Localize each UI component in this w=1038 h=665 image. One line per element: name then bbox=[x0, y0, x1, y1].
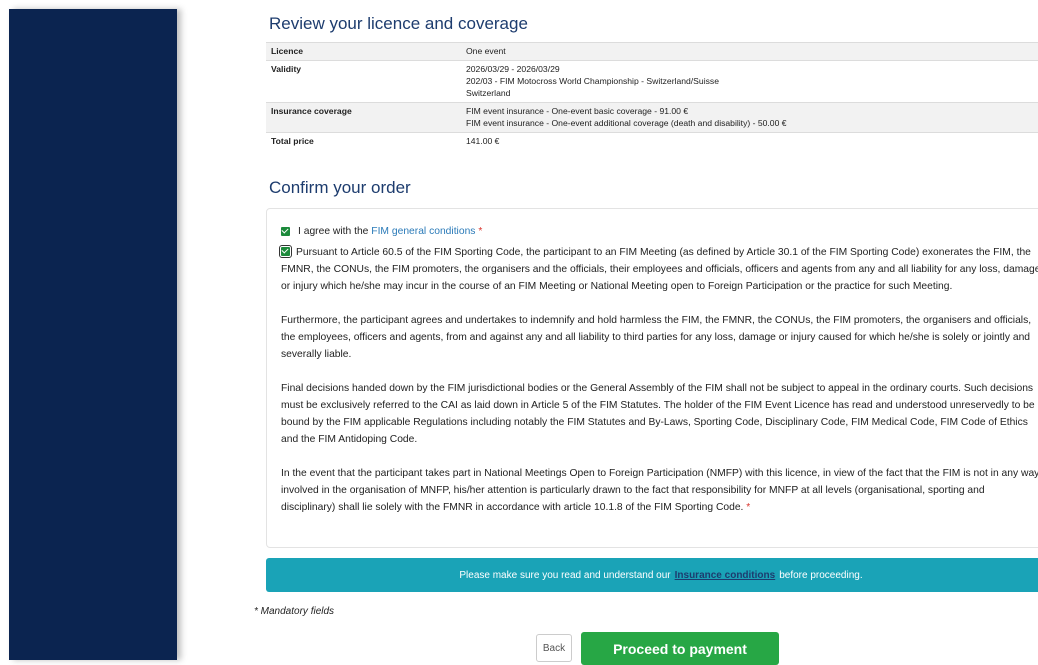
insurance-conditions-link[interactable]: Insurance conditions bbox=[675, 570, 776, 581]
back-button[interactable]: Back bbox=[536, 634, 572, 662]
row-value-line: FIM event insurance - One-event addition… bbox=[466, 118, 787, 128]
agree-label: I agree with the bbox=[298, 226, 369, 237]
sidebar bbox=[9, 9, 177, 660]
table-row: Licence One event bbox=[266, 42, 1038, 61]
agree-row: I agree with the FIM general conditions … bbox=[281, 223, 1038, 240]
insurance-banner: Please make sure you read and understand… bbox=[266, 558, 1038, 592]
row-label: Insurance coverage bbox=[266, 102, 461, 133]
row-value: One event bbox=[461, 42, 1038, 61]
terms-card: I agree with the FIM general conditions … bbox=[266, 208, 1038, 548]
row-label: Total price bbox=[266, 132, 461, 150]
terms-text: Pursuant to Article 60.5 of the FIM Spor… bbox=[281, 247, 1038, 292]
required-mark: * bbox=[746, 502, 751, 513]
general-conditions-link[interactable]: FIM general conditions bbox=[371, 223, 475, 240]
row-value-line: 202/03 - FIM Motocross World Championshi… bbox=[466, 76, 719, 86]
row-label: Validity bbox=[266, 60, 461, 103]
table-row: Total price 141.00 € bbox=[266, 132, 1038, 150]
review-title: Review your licence and coverage bbox=[269, 14, 528, 33]
row-label: Licence bbox=[266, 42, 461, 61]
required-mark: * bbox=[478, 226, 483, 237]
row-value: 141.00 € bbox=[461, 132, 1038, 150]
banner-text: Please make sure you read and understand… bbox=[459, 569, 671, 581]
proceed-to-payment-button[interactable]: Proceed to payment bbox=[581, 632, 779, 665]
row-value: 2026/03/29 - 2026/03/29 202/03 - FIM Mot… bbox=[461, 60, 1038, 103]
table-row: Insurance coverage FIM event insurance -… bbox=[266, 102, 1038, 133]
terms-paragraph: Furthermore, the participant agrees and … bbox=[281, 315, 1032, 360]
row-value: FIM event insurance - One-event basic co… bbox=[461, 102, 1038, 133]
table-row: Validity 2026/03/29 - 2026/03/29 202/03 … bbox=[266, 60, 1038, 103]
row-value-line: 141.00 € bbox=[466, 136, 500, 146]
agree-checkbox[interactable] bbox=[281, 227, 290, 236]
terms-text: In the event that the participant takes … bbox=[281, 468, 1038, 513]
terms-paragraph: In the event that the participant takes … bbox=[281, 465, 1038, 516]
banner-text: before proceeding. bbox=[779, 569, 863, 581]
row-value-line: One event bbox=[466, 46, 506, 56]
terms-paragraph: Final decisions handed down by the FIM j… bbox=[281, 383, 1035, 445]
review-table: Licence One event Validity 2026/03/29 - … bbox=[266, 42, 1038, 150]
mandatory-note: * Mandatory fields bbox=[254, 606, 335, 617]
terms-checkbox[interactable] bbox=[279, 245, 292, 258]
row-value-line: FIM event insurance - One-event basic co… bbox=[466, 106, 689, 116]
terms-paragraph: Pursuant to Article 60.5 of the FIM Spor… bbox=[279, 244, 1038, 295]
row-value-line: Switzerland bbox=[466, 88, 511, 98]
row-value-line: 2026/03/29 - 2026/03/29 bbox=[466, 64, 560, 74]
confirm-title: Confirm your order bbox=[269, 178, 411, 197]
